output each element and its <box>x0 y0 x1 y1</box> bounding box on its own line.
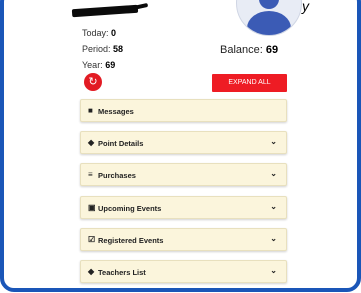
redaction-scribble: y <box>302 0 309 14</box>
chevron-down-icon: ⌄ <box>270 266 277 275</box>
chevron-down-icon: ⌄ <box>270 234 277 243</box>
panel-label: Upcoming Events <box>98 204 162 213</box>
panel-label: Messages <box>98 107 134 116</box>
panel-registered-events[interactable]: ☑ Registered Events ⌄ <box>80 228 287 251</box>
stat-today: Today: 0 <box>82 28 117 38</box>
panel-upcoming-events[interactable]: ▣ Upcoming Events ⌄ <box>80 196 287 219</box>
balance: Balance: 69 <box>220 44 278 56</box>
panel-teachers-list[interactable]: ◆ Teachers List ⌄ <box>80 260 287 283</box>
panel-label: Point Details <box>98 139 144 148</box>
panel-label: Registered Events <box>98 236 164 245</box>
expand-all-button[interactable]: EXPAND ALL <box>212 74 287 92</box>
refresh-button[interactable]: ↻ <box>84 73 102 91</box>
points-stats: Today: 0 Period: 58 Year: 69 <box>82 25 123 73</box>
chevron-down-icon: ⌄ <box>270 169 277 178</box>
graduation-cap-icon: ◆ <box>88 267 95 276</box>
balance-value: 69 <box>265 44 279 56</box>
avatar-head <box>259 0 279 9</box>
graduation-cap-icon: ◆ <box>88 138 95 147</box>
refresh-icon: ↻ <box>88 76 98 88</box>
balance-label: Balance: <box>220 44 263 56</box>
stat-year: Year: 69 <box>82 60 116 70</box>
avatar-body <box>247 11 291 35</box>
calendar-check-icon: ☑ <box>88 235 96 244</box>
panel-label: Purchases <box>98 171 136 180</box>
panel-messages[interactable]: ■ Messages <box>80 99 287 122</box>
calendar-icon: ▣ <box>88 203 96 212</box>
chevron-down-icon: ⌄ <box>270 202 277 211</box>
chevron-down-icon: ⌄ <box>270 137 277 146</box>
panel-purchases[interactable]: ≡ Purchases ⌄ <box>80 163 287 186</box>
panel-point-details[interactable]: ◆ Point Details ⌄ <box>80 131 287 154</box>
stat-period: Period: 58 <box>82 44 124 54</box>
message-icon: ■ <box>88 106 93 115</box>
panel-label: Teachers List <box>98 268 146 277</box>
cart-icon: ≡ <box>88 170 93 179</box>
